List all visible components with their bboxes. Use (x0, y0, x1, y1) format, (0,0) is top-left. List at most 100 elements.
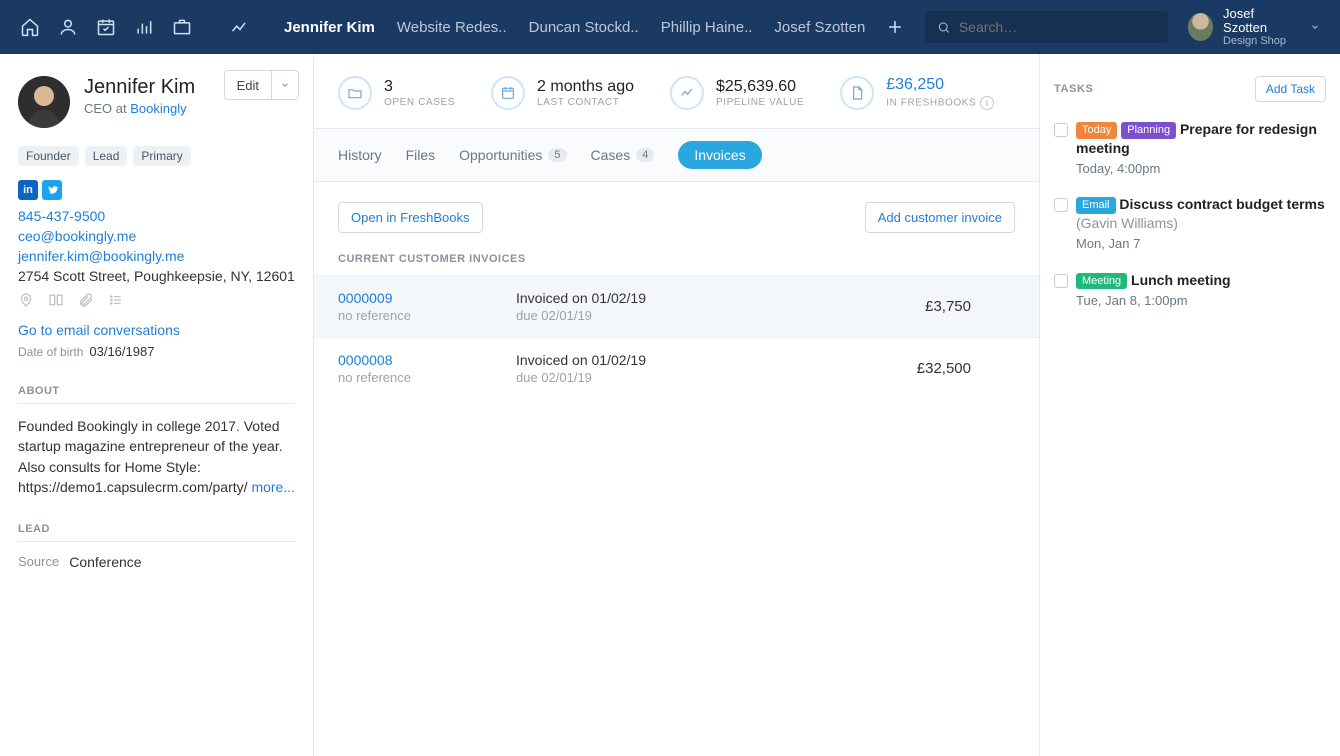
search-input[interactable] (959, 19, 1156, 35)
phone-link[interactable]: 845-437-9500 (18, 208, 295, 224)
pill-planning: Planning (1121, 122, 1176, 139)
about-more-link[interactable]: more... (251, 479, 295, 495)
lead-heading: LEAD (18, 523, 295, 542)
invoice-row[interactable]: 0000009no reference Invoiced on 01/02/19… (314, 275, 1039, 337)
briefcase-icon[interactable] (172, 17, 192, 37)
task-item: Meeting Lunch meeting Tue, Jan 8, 1:00pm (1054, 271, 1326, 309)
invoices-heading: CURRENT CUSTOMER INVOICES (314, 253, 1039, 275)
lead-source-row: Source Conference (18, 554, 295, 570)
address: 2754 Scott Street, Poughkeepsie, NY, 126… (18, 268, 295, 284)
add-customer-invoice-button[interactable]: Add customer invoice (865, 202, 1015, 233)
right-panel: TASKS Add Task Today Planning Prepare fo… (1040, 54, 1340, 756)
stats-row: 3OPEN CASES 2 months agoLAST CONTACT $25… (314, 54, 1039, 129)
nav-primary-icons (20, 17, 250, 37)
file-icon (840, 76, 874, 110)
search-icon (937, 20, 951, 35)
stat-pipeline[interactable]: $25,639.60PIPELINE VALUE (670, 76, 804, 110)
invoice-number-link[interactable]: 0000009 (338, 290, 516, 306)
calendar-icon[interactable] (96, 17, 116, 37)
chevron-down-icon (1310, 22, 1320, 32)
invoice-amount: £32,500 (867, 360, 1015, 377)
invoice-row[interactable]: 0000008no reference Invoiced on 01/02/19… (314, 337, 1039, 399)
task-checkbox[interactable] (1054, 198, 1068, 212)
add-task-button[interactable]: Add Task (1255, 76, 1326, 102)
plus-icon[interactable] (885, 17, 905, 37)
pill-today: Today (1076, 122, 1117, 139)
task-item: Today Planning Prepare for redesign meet… (1054, 120, 1326, 177)
nav-open-tabs: Jennifer Kim Website Redes.. Duncan Stoc… (284, 19, 865, 36)
trend-icon[interactable] (230, 17, 250, 37)
about-heading: ABOUT (18, 385, 295, 404)
company-link[interactable]: Bookingly (130, 101, 186, 116)
nav-tab-1[interactable]: Website Redes.. (397, 19, 507, 36)
goto-email-conversations[interactable]: Go to email conversations (18, 322, 295, 338)
nav-tab-0[interactable]: Jennifer Kim (284, 19, 375, 36)
contact-actions (18, 292, 295, 308)
nav-user-menu[interactable]: Josef Szotten Design Shop (1188, 7, 1320, 48)
edit-button[interactable]: Edit (224, 70, 299, 100)
left-panel: Jennifer Kim CEO at Bookingly Edit Found… (0, 54, 314, 756)
user-org: Design Shop (1223, 35, 1294, 47)
chip-lead[interactable]: Lead (85, 146, 128, 166)
chevron-down-icon (272, 80, 298, 90)
pill-meeting: Meeting (1076, 273, 1127, 290)
chip-founder[interactable]: Founder (18, 146, 79, 166)
tab-opportunities[interactable]: Opportunities5 (459, 147, 566, 163)
linkedin-icon[interactable]: in (18, 180, 38, 200)
tab-cases[interactable]: Cases4 (591, 147, 655, 163)
top-nav: Jennifer Kim Website Redes.. Duncan Stoc… (0, 0, 1340, 54)
folder-icon (338, 76, 372, 110)
task-when: Mon, Jan 7 (1076, 235, 1325, 253)
email1-link[interactable]: ceo@bookingly.me (18, 228, 295, 244)
tab-invoices[interactable]: Invoices (678, 141, 761, 169)
detail-tabs: History Files Opportunities5 Cases4 Invo… (314, 129, 1039, 182)
task-checkbox[interactable] (1054, 274, 1068, 288)
about-text: Founded Bookingly in college 2017. Voted… (18, 416, 295, 497)
person-name: Jennifer Kim (84, 76, 195, 99)
task-title[interactable]: Lunch meeting (1131, 272, 1231, 288)
nav-tab-2[interactable]: Duncan Stockd.. (529, 19, 639, 36)
task-item: Email Discuss contract budget terms (Gav… (1054, 195, 1326, 252)
twitter-icon[interactable] (42, 180, 62, 200)
pin-icon[interactable] (18, 292, 34, 308)
contact-list: 845-437-9500 ceo@bookingly.me jennifer.k… (18, 208, 295, 284)
stat-last-contact[interactable]: 2 months agoLAST CONTACT (491, 76, 634, 110)
search-box[interactable] (925, 11, 1168, 43)
attachment-icon[interactable] (78, 292, 94, 308)
stat-open-cases[interactable]: 3OPEN CASES (338, 76, 455, 110)
task-when: Today, 4:00pm (1076, 160, 1326, 178)
tab-history[interactable]: History (338, 147, 382, 163)
book-icon[interactable] (48, 292, 64, 308)
nav-tab-4[interactable]: Josef Szotten (774, 19, 865, 36)
user-name: Josef Szotten (1223, 7, 1294, 36)
calendar-icon (491, 76, 525, 110)
task-when: Tue, Jan 8, 1:00pm (1076, 292, 1231, 310)
person-avatar (18, 76, 70, 128)
opportunities-count: 5 (548, 148, 566, 162)
social-links: in (18, 180, 295, 200)
nav-tab-3[interactable]: Phillip Haine.. (661, 19, 753, 36)
task-checkbox[interactable] (1054, 123, 1068, 137)
dob-row: Date of birth03/16/1987 (18, 344, 295, 359)
invoice-actions: Open in FreshBooks Add customer invoice (314, 182, 1039, 253)
email2-link[interactable]: jennifer.kim@bookingly.me (18, 248, 295, 264)
invoice-number-link[interactable]: 0000008 (338, 352, 516, 368)
person-icon[interactable] (58, 17, 78, 37)
main-panel: 3OPEN CASES 2 months agoLAST CONTACT $25… (314, 54, 1040, 756)
person-title: CEO at Bookingly (84, 101, 195, 116)
list-icon[interactable] (108, 292, 124, 308)
task-title[interactable]: Discuss contract budget terms (1119, 196, 1324, 212)
trend-icon (670, 76, 704, 110)
info-icon[interactable]: i (980, 96, 994, 110)
open-in-freshbooks-button[interactable]: Open in FreshBooks (338, 202, 483, 233)
stat-freshbooks[interactable]: £36,250IN FRESHBOOKSi (840, 76, 994, 110)
pill-email: Email (1076, 197, 1116, 214)
cases-count: 4 (636, 148, 654, 162)
user-avatar (1188, 13, 1213, 41)
tab-files[interactable]: Files (406, 147, 436, 163)
bars-icon[interactable] (134, 17, 154, 37)
tag-chips: Founder Lead Primary (18, 146, 295, 166)
chip-primary[interactable]: Primary (133, 146, 190, 166)
home-icon[interactable] (20, 17, 40, 37)
task-who: (Gavin Williams) (1076, 214, 1325, 233)
